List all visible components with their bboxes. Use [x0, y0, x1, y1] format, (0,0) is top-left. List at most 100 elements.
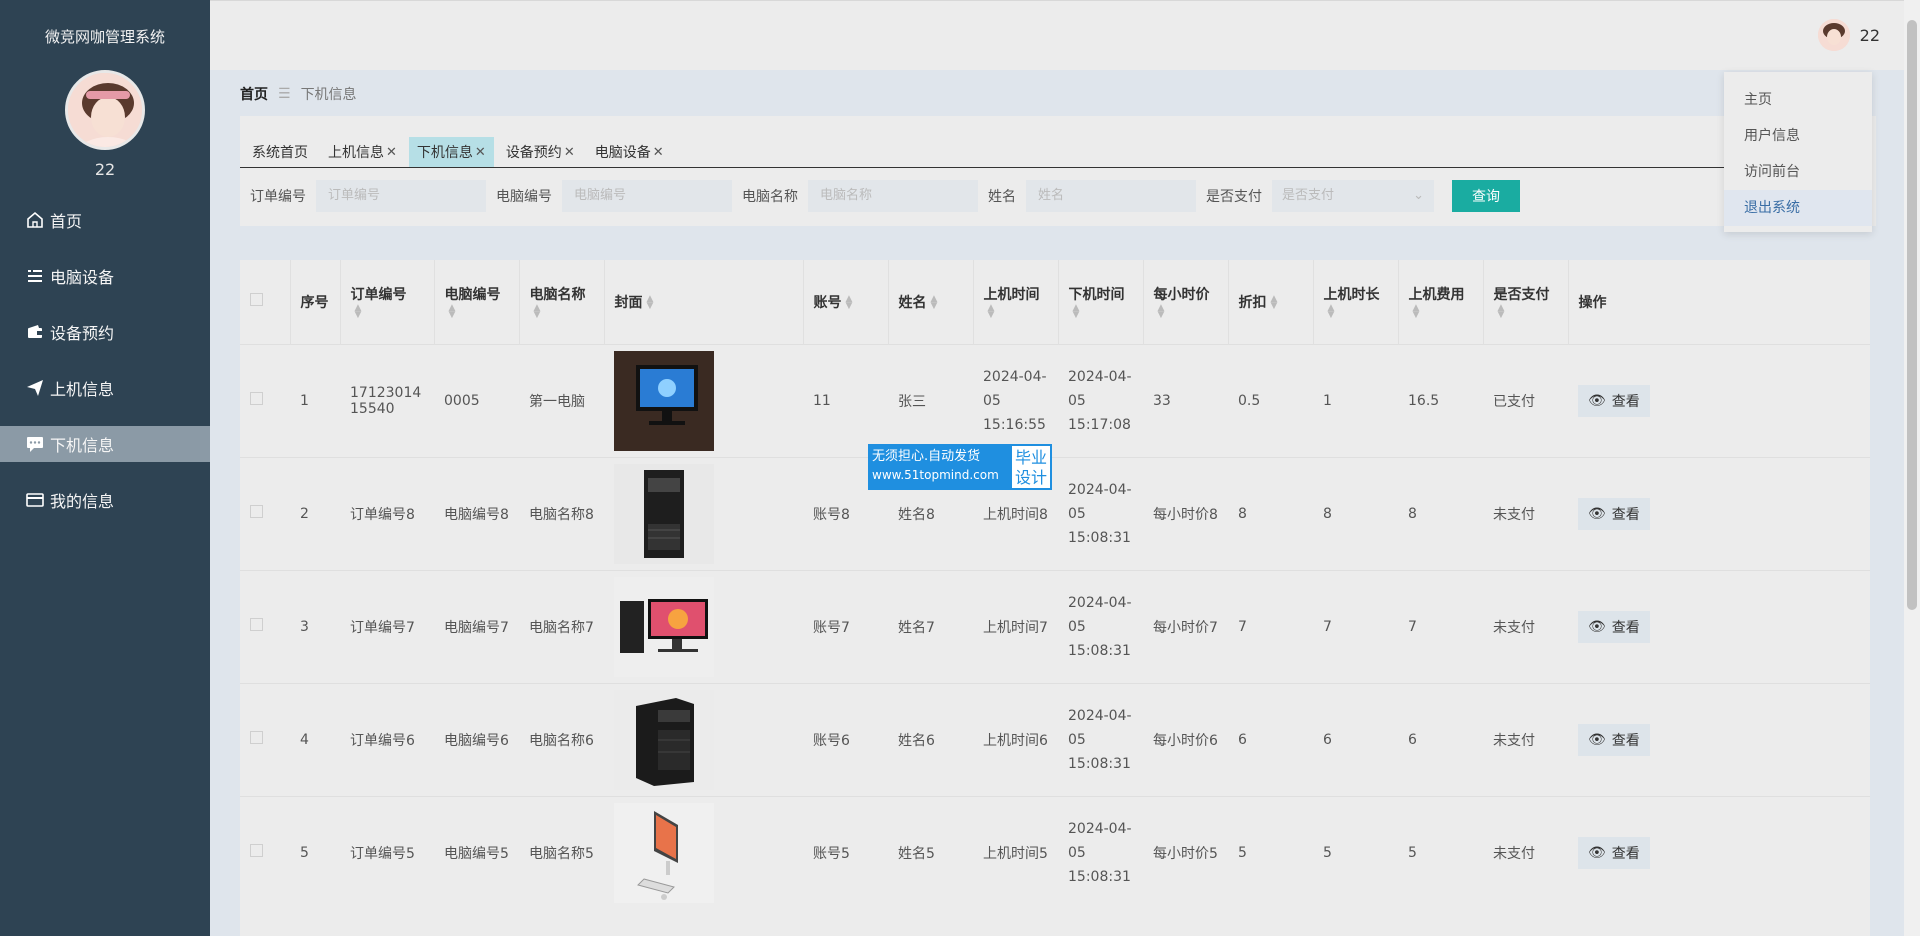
sort-icon[interactable]: ▲ ▼ — [1158, 303, 1165, 319]
sort-icon[interactable]: ▲ ▼ — [1073, 303, 1080, 319]
tab-label: 电脑设备 — [594, 145, 651, 161]
cell-name: 姓名5 — [888, 795, 973, 909]
tab-system-home[interactable]: 系统首页 — [244, 137, 316, 167]
sidebar-item-my-info[interactable]: 我的信息 — [0, 482, 210, 518]
col-header-duration[interactable]: 上机时长 ▲ ▼ — [1313, 260, 1399, 344]
sidebar-item-reservation[interactable]: 设备预约 — [0, 314, 210, 350]
cell-pc-no: 电脑编号6 — [434, 682, 519, 796]
col-header-account[interactable]: 账号 ▲ ▼ — [803, 260, 889, 344]
col-header-order[interactable]: 订单编号 ▲ ▼ — [340, 260, 435, 344]
view-button[interactable]: 👁 查看 — [1578, 497, 1650, 530]
tab-pc-devices[interactable]: 电脑设备 ✕ — [587, 137, 672, 167]
sidebar-item-online-info[interactable]: 上机信息 — [0, 370, 210, 406]
pc-name-input[interactable]: 电脑名称 — [808, 180, 978, 212]
watermark-badge: 无须担心.自动发货 www.51topmind.com 毕业设计 — [868, 444, 1052, 490]
tab-online-info[interactable]: 上机信息 ✕ — [320, 137, 405, 167]
watermark-logo: 毕业设计 — [1010, 444, 1052, 490]
cell-duration: 1 — [1313, 343, 1398, 457]
cell-price: 每小时价8 — [1143, 456, 1228, 570]
page-scrollbar[interactable] — [1904, 0, 1920, 936]
sort-icon[interactable]: ▲ ▼ — [988, 303, 995, 319]
row-checkbox[interactable] — [250, 392, 263, 405]
col-header-pc-name[interactable]: 电脑名称 ▲ ▼ — [519, 260, 605, 344]
breadcrumb-home[interactable]: 首页 — [240, 84, 268, 104]
sort-icon[interactable]: ▲ ▼ — [846, 294, 853, 310]
query-button[interactable]: 查询 — [1452, 180, 1520, 212]
view-label: 查看 — [1611, 845, 1640, 862]
order-no-input[interactable]: 订单编号 — [316, 180, 486, 212]
close-icon[interactable]: ✕ — [564, 145, 575, 160]
sort-icon[interactable]: ▲ ▼ — [449, 303, 456, 319]
col-header-fee[interactable]: 上机费用 ▲ ▼ — [1398, 260, 1484, 344]
search-panel: 系统首页 上机信息 ✕ 下机信息 ✕ 设备预约 ✕ 电脑设备 ✕ 订单编号 订单编号 电… — [240, 116, 1876, 226]
row-checkbox[interactable] — [250, 731, 263, 744]
sidebar-item-home[interactable]: 首页 — [0, 202, 210, 238]
cell-fee: 16.5 — [1398, 343, 1483, 457]
sidebar: 微竞网咖管理系统 22 首页 电脑设备 设备预约 上机信息 下机信息 我的信息 — [0, 0, 210, 936]
row-select-cell — [240, 343, 290, 457]
sort-icon[interactable]: ▲ ▼ — [1328, 303, 1335, 319]
view-button[interactable]: 👁 查看 — [1578, 384, 1650, 417]
user-dropdown-menu: 主页 用户信息 访问前台 退出系统 — [1724, 72, 1872, 232]
view-button[interactable]: 👁 查看 — [1578, 723, 1650, 756]
col-header-name[interactable]: 姓名 ▲ ▼ — [888, 260, 974, 344]
cell-pc-no: 电脑编号7 — [434, 569, 519, 683]
col-header-discount[interactable]: 折扣 ▲ ▼ — [1228, 260, 1314, 344]
sort-icon[interactable]: ▲ ▼ — [1413, 303, 1420, 319]
breadcrumb: 首页 ☰ 下机信息 — [240, 84, 357, 104]
cell-paid: 未支付 — [1483, 682, 1568, 796]
cell-discount: 5 — [1228, 795, 1313, 909]
col-header-price[interactable]: 每小时价 ▲ ▼ — [1143, 260, 1229, 344]
col-header-cover[interactable]: 封面 ▲ ▼ — [604, 260, 804, 344]
row-checkbox[interactable] — [250, 505, 263, 518]
menu-item-visit-frontend[interactable]: 访问前台 — [1724, 154, 1872, 190]
col-header-pc-no[interactable]: 电脑编号 ▲ ▼ — [434, 260, 520, 344]
header-label: 操作 — [1578, 294, 1607, 311]
pc-no-input[interactable]: 电脑编号 — [562, 180, 732, 212]
sidebar-item-pc-devices[interactable]: 电脑设备 — [0, 258, 210, 294]
view-button[interactable]: 👁 查看 — [1578, 610, 1650, 643]
sort-icon[interactable]: ▲ ▼ — [355, 303, 362, 319]
col-header-paid[interactable]: 是否支付 ▲ ▼ — [1483, 260, 1569, 344]
col-header-on-time[interactable]: 上机时间 ▲ ▼ — [973, 260, 1059, 344]
close-icon[interactable]: ✕ — [386, 145, 397, 160]
view-button[interactable]: 👁 查看 — [1578, 836, 1650, 869]
cell-off-time: 2024-04-05 15:08:31 — [1058, 682, 1143, 796]
sort-icon[interactable]: ▲ ▼ — [534, 303, 541, 319]
menu-item-logout[interactable]: 退出系统 — [1724, 190, 1872, 226]
name-input[interactable]: 姓名 — [1026, 180, 1196, 212]
cell-no: 4 — [290, 682, 340, 796]
eye-icon: 👁 — [1588, 505, 1606, 522]
tab-label: 上机信息 — [328, 145, 384, 161]
user-menu-trigger[interactable]: 22 — [1817, 19, 1880, 51]
sort-icon[interactable]: ▲ ▼ — [1498, 303, 1505, 319]
sidebar-item-offline-info[interactable]: 下机信息 — [0, 426, 210, 462]
row-checkbox[interactable] — [250, 844, 263, 858]
close-icon[interactable]: ✕ — [475, 145, 486, 160]
cell-cover — [604, 795, 803, 909]
header-label: 每小时价 — [1153, 286, 1210, 303]
tab-offline-info[interactable]: 下机信息 ✕ — [408, 137, 494, 167]
cell-duration: 6 — [1313, 682, 1398, 796]
col-header-off-time[interactable]: 下机时间 ▲ ▼ — [1058, 260, 1144, 344]
paid-select[interactable]: 是否支付 ⌄ — [1272, 180, 1434, 212]
cell-off-time: 2024-04-05 15:08:31 — [1058, 569, 1143, 683]
cover-image — [614, 350, 714, 451]
cell-paid: 未支付 — [1483, 456, 1568, 570]
header-label: 折扣 — [1238, 294, 1267, 311]
row-checkbox[interactable] — [250, 618, 263, 631]
scrollbar-thumb[interactable] — [1907, 20, 1917, 610]
menu-item-user-info[interactable]: 用户信息 — [1724, 118, 1872, 154]
select-all-checkbox[interactable] — [250, 293, 263, 307]
cell-order: 订单编号5 — [340, 795, 434, 909]
sort-icon[interactable]: ▲ ▼ — [647, 294, 654, 310]
tab-reservation[interactable]: 设备预约 ✕ — [498, 137, 583, 167]
cell-no: 2 — [290, 456, 340, 570]
cell-actions: 👁 查看 — [1568, 343, 1870, 457]
sort-icon[interactable]: ▲ ▼ — [1271, 294, 1278, 310]
close-icon[interactable]: ✕ — [653, 145, 664, 160]
sort-icon[interactable]: ▲ ▼ — [931, 294, 938, 310]
menu-item-home[interactable]: 主页 — [1724, 82, 1872, 118]
cell-pc-name: 电脑名称7 — [519, 569, 604, 683]
row-select-cell — [240, 456, 290, 570]
